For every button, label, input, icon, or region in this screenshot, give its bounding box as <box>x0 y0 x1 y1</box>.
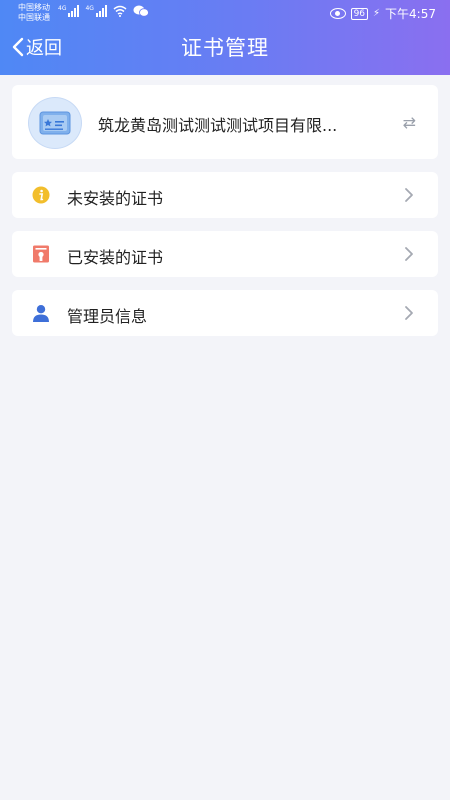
certificate-doc-icon <box>32 245 50 263</box>
menu-item-admin-info[interactable]: 管理员信息 <box>12 290 438 336</box>
chevron-right-icon <box>405 306 413 320</box>
company-name: 筑龙黄岛测试测试测试项目有限... <box>98 116 338 135</box>
info-circle-icon <box>32 186 50 204</box>
menu-item-label: 未安装的证书 <box>67 189 164 208</box>
chevron-right-icon <box>405 188 413 202</box>
network-type-2: 4G <box>85 5 94 12</box>
carrier-2: 中国联通 <box>18 13 50 22</box>
certificate-card-icon <box>28 97 82 149</box>
network-type-1: 4G <box>58 5 67 12</box>
swap-arrows-icon[interactable]: ⇄ <box>403 113 416 132</box>
eye-comfort-icon <box>329 8 346 19</box>
signal-1-icon: 4G <box>58 5 80 17</box>
chevron-right-icon <box>405 247 413 261</box>
top-header: 中国移动 中国联通 4G 4G 96 ⚡ 下午4:57 返回 证书管理 <box>0 0 450 75</box>
signal-indicators: 4G 4G <box>58 5 149 17</box>
menu-item-uninstalled-certificates[interactable]: 未安装的证书 <box>12 172 438 218</box>
menu-item-label: 已安装的证书 <box>67 248 164 267</box>
wechat-icon <box>133 5 149 17</box>
clock: 下午4:57 <box>385 7 436 21</box>
carrier-info: 中国移动 中国联通 <box>18 3 50 23</box>
wifi-icon <box>113 5 127 17</box>
menu-item-label: 管理员信息 <box>67 307 148 326</box>
company-card[interactable]: 筑龙黄岛测试测试测试项目有限... ⇄ <box>12 85 438 159</box>
charging-icon: ⚡ <box>373 8 381 19</box>
person-icon <box>32 304 50 322</box>
carrier-1: 中国移动 <box>18 3 50 12</box>
signal-2-icon: 4G <box>85 5 107 17</box>
battery-level: 96 <box>350 7 369 20</box>
menu-item-installed-certificates[interactable]: 已安装的证书 <box>12 231 438 277</box>
status-right: 96 ⚡ 下午4:57 <box>329 5 436 22</box>
page-title: 证书管理 <box>181 36 269 60</box>
